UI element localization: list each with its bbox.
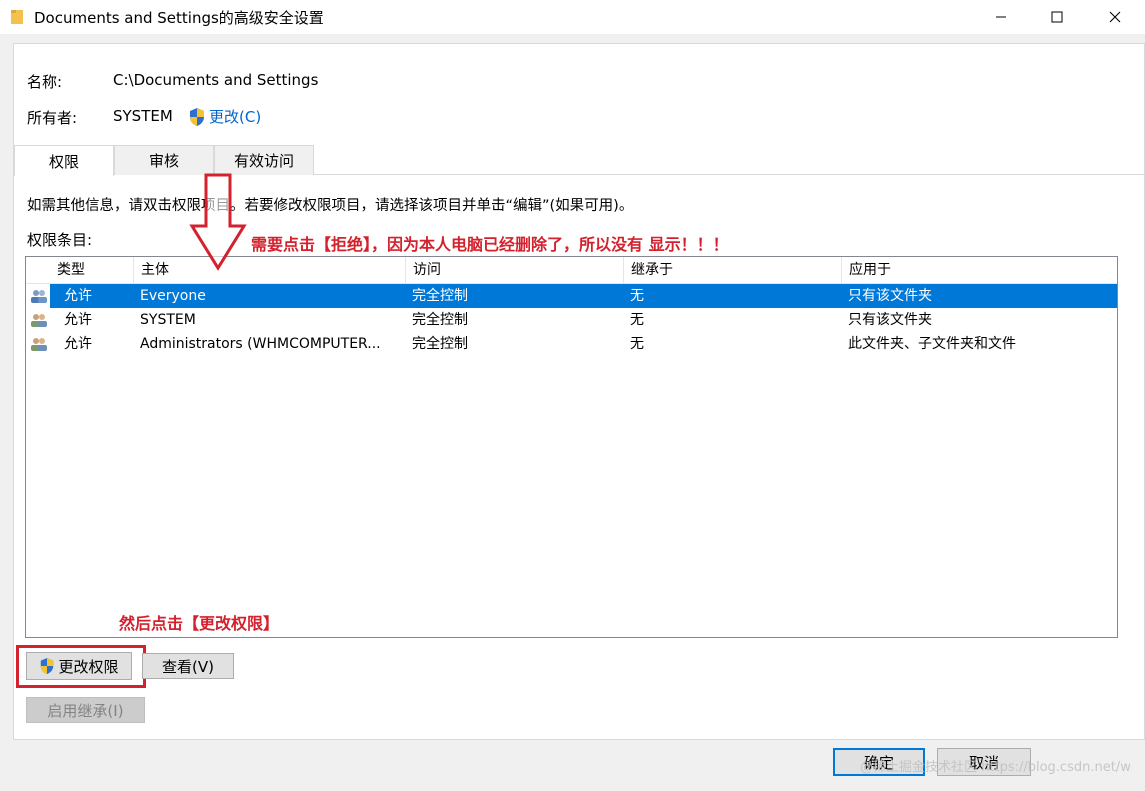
- column-header-inherited-label: 继承于: [631, 262, 673, 278]
- minimize-icon: [996, 16, 1006, 18]
- column-header-principal-label: 主体: [141, 262, 169, 278]
- table-row[interactable]: 允许 SYSTEM 完全控制 无 只有该文件夹: [26, 308, 1117, 332]
- change-owner-label: 更改(C): [209, 108, 262, 126]
- annotation-bottom: 然后点击【更改权限】: [119, 614, 280, 633]
- tab-effective-access[interactable]: 有效访问: [214, 145, 314, 175]
- cell-access: 完全控制: [412, 312, 468, 328]
- owner-value: SYSTEM: [113, 107, 173, 125]
- view-label: 查看(V): [162, 657, 214, 676]
- column-header-type[interactable]: 类型: [50, 257, 134, 284]
- tab-permissions-label: 权限: [48, 152, 79, 171]
- name-value: C:\Documents and Settings: [113, 71, 319, 89]
- watermark: @稀土掘金技术社区 https://blog.csdn.net/weixin_4…: [860, 760, 1130, 775]
- column-header-applies[interactable]: 应用于: [842, 257, 1117, 284]
- enable-inheritance-label: 启用继承(I): [47, 701, 124, 720]
- enable-inheritance-button[interactable]: 启用继承(I): [26, 697, 145, 723]
- table-row[interactable]: 允许 Administrators (WHMCOMPUTER... 完全控制 无…: [26, 332, 1117, 356]
- name-label: 名称:: [27, 73, 63, 91]
- users-icon: [31, 314, 47, 327]
- folder-icon: [11, 10, 23, 24]
- maximize-button[interactable]: [1034, 0, 1080, 34]
- column-header-principal[interactable]: 主体: [134, 257, 406, 284]
- cell-applies: 只有该文件夹: [848, 312, 932, 328]
- cell-principal: SYSTEM: [140, 312, 196, 328]
- cell-principal: Everyone: [140, 288, 206, 304]
- column-header-access[interactable]: 访问: [406, 257, 624, 284]
- annotation-arrow: [189, 173, 247, 271]
- tab-permissions[interactable]: 权限: [14, 145, 114, 176]
- table-row[interactable]: 允许 Everyone 完全控制 无 只有该文件夹: [26, 284, 1117, 308]
- cell-access: 完全控制: [412, 336, 468, 352]
- cell-type: 允许: [64, 288, 92, 304]
- users-icon: [31, 338, 47, 351]
- instructions-text: 如需其他信息，请双击权限项目。若要修改权限项目，请选择该项目并单击“编辑”(如果…: [27, 198, 634, 214]
- column-header-applies-label: 应用于: [849, 262, 891, 278]
- close-icon: [1109, 11, 1121, 23]
- annotation-top: 需要点击【拒绝】，因为本人电脑已经删除了，所以没有 显示！！！: [251, 235, 729, 254]
- cell-inherited: 无: [630, 336, 644, 352]
- change-owner-link[interactable]: 更改(C): [188, 106, 261, 127]
- column-header-inherited[interactable]: 继承于: [624, 257, 842, 284]
- permission-list[interactable]: 类型 主体 访问 继承于 应用于 允许 Everyone 完全控制 无 只有该文…: [25, 256, 1118, 638]
- close-button[interactable]: [1092, 0, 1138, 34]
- column-header-type-label: 类型: [57, 262, 85, 278]
- tab-auditing[interactable]: 审核: [114, 145, 214, 175]
- cell-type: 允许: [64, 312, 92, 328]
- maximize-icon: [1051, 11, 1063, 23]
- cell-inherited: 无: [630, 288, 644, 304]
- entries-label: 权限条目:: [27, 231, 93, 249]
- users-icon: [31, 290, 47, 303]
- annotation-highlight-box: [16, 645, 146, 688]
- window-title: Documents and Settings的高级安全设置: [34, 9, 324, 27]
- cell-access: 完全控制: [412, 288, 468, 304]
- tab-auditing-label: 审核: [148, 152, 179, 170]
- column-header-access-label: 访问: [413, 262, 441, 278]
- uac-shield-icon: [190, 107, 204, 126]
- cell-applies: 此文件夹、子文件夹和文件: [848, 336, 1016, 352]
- tab-effective-access-label: 有效访问: [233, 152, 294, 170]
- owner-label: 所有者:: [27, 109, 78, 127]
- title-bar: Documents and Settings的高级安全设置: [0, 0, 1145, 34]
- cell-principal: Administrators (WHMCOMPUTER...: [140, 336, 381, 352]
- view-button[interactable]: 查看(V): [142, 653, 234, 679]
- minimize-button[interactable]: [978, 0, 1024, 34]
- cell-type: 允许: [64, 336, 92, 352]
- cell-applies: 只有该文件夹: [848, 288, 932, 304]
- cell-inherited: 无: [630, 312, 644, 328]
